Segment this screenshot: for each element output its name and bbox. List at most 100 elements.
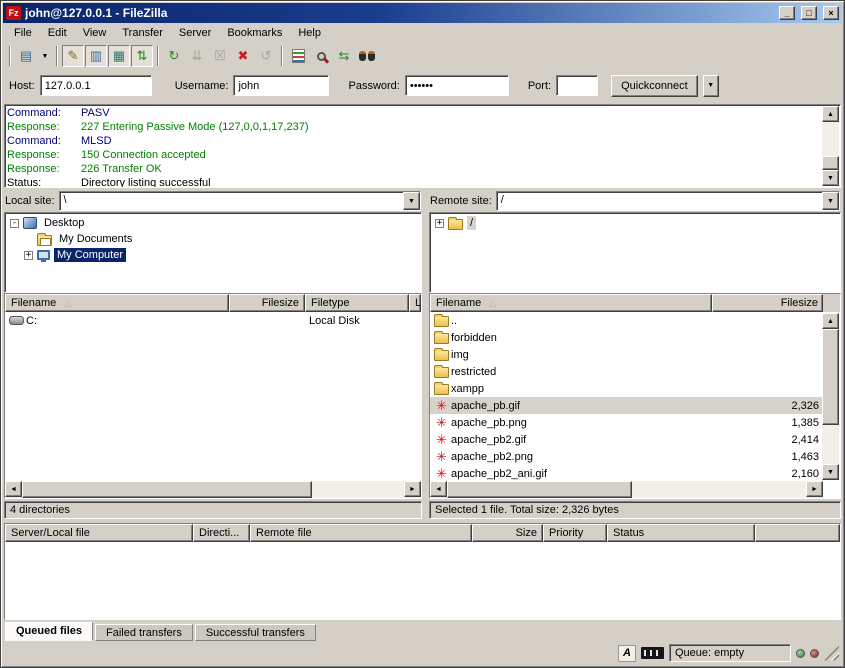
column-header-filename[interactable]: Filename△: [430, 294, 712, 312]
file-row-c-drive[interactable]: C: Local Disk: [5, 312, 421, 329]
port-input[interactable]: [557, 76, 597, 95]
menu-file[interactable]: File: [6, 24, 40, 42]
site-manager-dropdown-button[interactable]: ▼: [38, 45, 52, 67]
password-input[interactable]: [406, 76, 508, 95]
remote-scroll-thumb-h[interactable]: [447, 481, 632, 498]
column-header-server-local-file[interactable]: Server/Local file: [5, 524, 193, 542]
remote-vertical-scrollbar[interactable]: ▲ ▼: [822, 313, 839, 480]
file-row[interactable]: ..: [430, 312, 823, 329]
local-scroll-thumb[interactable]: [22, 481, 312, 498]
scroll-right-icon[interactable]: ►: [404, 481, 421, 497]
quickconnect-dropdown-button[interactable]: ▼: [703, 75, 719, 97]
maximize-button[interactable]: □: [801, 6, 817, 20]
tree-item-desktop[interactable]: - Desktop: [5, 215, 421, 231]
local-site-combo[interactable]: \ ▼: [59, 191, 421, 211]
log-scroll-track[interactable]: [822, 122, 839, 170]
menu-bookmarks[interactable]: Bookmarks: [219, 24, 290, 42]
toggle-local-tree-button[interactable]: ▥: [85, 45, 107, 67]
file-row[interactable]: img: [430, 346, 823, 363]
scroll-right-icon[interactable]: ►: [806, 481, 823, 497]
file-row[interactable]: restricted: [430, 363, 823, 380]
find-button[interactable]: [356, 45, 378, 67]
toggle-remote-tree-button[interactable]: ▦: [108, 45, 130, 67]
remote-horizontal-scrollbar[interactable]: ◄ ►: [430, 481, 823, 498]
toggle-message-log-button[interactable]: ✎: [62, 45, 84, 67]
quickconnect-button[interactable]: Quickconnect: [611, 75, 698, 97]
tab-queued-files[interactable]: Queued files: [5, 622, 93, 641]
username-input[interactable]: [234, 76, 328, 95]
sync-browsing-button[interactable]: ⇆: [333, 45, 355, 67]
disconnect-button[interactable]: ✖: [232, 45, 254, 67]
file-row[interactable]: ✳apache_pb2.gif 2,414: [430, 431, 823, 448]
local-tree[interactable]: - Desktop My Documents + My Computer: [4, 212, 422, 293]
compare-button[interactable]: [310, 45, 332, 67]
column-header-status[interactable]: Status: [607, 524, 755, 542]
file-row[interactable]: ✳apache_pb2_ani.gif 2,160: [430, 465, 823, 481]
collapse-icon[interactable]: -: [10, 219, 19, 228]
host-input[interactable]: [41, 76, 151, 95]
scroll-up-icon[interactable]: ▲: [822, 313, 839, 329]
tree-item-my-computer[interactable]: + My Computer: [5, 247, 421, 263]
remote-site-combo[interactable]: / ▼: [496, 191, 840, 211]
local-scroll-track[interactable]: [22, 481, 404, 498]
local-horizontal-scrollbar[interactable]: ◄ ►: [5, 481, 421, 498]
remote-scroll-track[interactable]: [822, 329, 839, 464]
column-header-direction[interactable]: Directi...: [193, 524, 250, 542]
file-row[interactable]: xampp: [430, 380, 823, 397]
site-manager-button[interactable]: ▤: [15, 45, 37, 67]
local-list-body[interactable]: C: Local Disk: [5, 312, 421, 481]
toggle-queue-button[interactable]: ⇅: [131, 45, 153, 67]
column-header-filetype[interactable]: Filetype: [305, 294, 409, 312]
tree-item-root[interactable]: + /: [430, 215, 840, 231]
scroll-down-icon[interactable]: ▼: [822, 464, 839, 480]
filter-button[interactable]: [287, 45, 309, 67]
file-row[interactable]: ✳apache_pb.png 1,385: [430, 414, 823, 431]
transfer-type-indicator-icon[interactable]: A: [618, 645, 636, 662]
menu-transfer[interactable]: Transfer: [114, 24, 171, 42]
scroll-up-icon[interactable]: ▲: [822, 106, 839, 122]
message-log[interactable]: Command:PASV Response:227 Entering Passi…: [4, 104, 841, 188]
minimize-button[interactable]: _: [779, 6, 795, 20]
column-header-filesize[interactable]: Filesize: [229, 294, 305, 312]
queue-body[interactable]: [5, 542, 840, 619]
close-button[interactable]: ×: [823, 6, 839, 20]
column-header-priority[interactable]: Priority: [543, 524, 607, 542]
menu-view[interactable]: View: [75, 24, 115, 42]
tab-failed-transfers[interactable]: Failed transfers: [95, 624, 193, 641]
menu-edit[interactable]: Edit: [40, 24, 75, 42]
remote-tree[interactable]: + /: [429, 212, 841, 293]
column-header-size[interactable]: Size: [472, 524, 543, 542]
scroll-left-icon[interactable]: ◄: [5, 481, 22, 497]
column-header-filename[interactable]: Filename△: [5, 294, 229, 312]
cancel-button[interactable]: ☒: [209, 45, 231, 67]
expand-icon[interactable]: +: [24, 251, 33, 260]
scroll-left-icon[interactable]: ◄: [430, 481, 447, 497]
process-queue-button[interactable]: ⇊: [186, 45, 208, 67]
tree-item-my-documents[interactable]: My Documents: [5, 231, 421, 247]
file-row-selected[interactable]: ✳apache_pb.gif 2,326: [430, 397, 823, 414]
column-header-remote-file[interactable]: Remote file: [250, 524, 472, 542]
column-header-filesize[interactable]: Filesize: [712, 294, 823, 312]
chevron-down-icon[interactable]: ▼: [822, 192, 839, 210]
log-vertical-scrollbar[interactable]: ▲ ▼: [822, 106, 839, 186]
scroll-down-icon[interactable]: ▼: [822, 170, 839, 186]
chevron-down-icon[interactable]: ▼: [403, 192, 420, 210]
refresh-button[interactable]: ↻: [163, 45, 185, 67]
tab-successful-transfers[interactable]: Successful transfers: [195, 624, 316, 641]
remote-scroll-thumb[interactable]: [822, 329, 839, 425]
expand-icon[interactable]: +: [435, 219, 444, 228]
remote-list-body[interactable]: .. forbidden img restricted: [430, 312, 823, 481]
column-header-lastmodified[interactable]: L: [409, 294, 421, 312]
reconnect-button[interactable]: ↺: [255, 45, 277, 67]
filezilla-app-icon[interactable]: Fz: [6, 6, 21, 20]
log-scroll-thumb[interactable]: [822, 156, 839, 170]
resize-grip[interactable]: [824, 646, 839, 661]
status-badge-icon[interactable]: [641, 647, 664, 659]
title-bar[interactable]: Fz john@127.0.0.1 - FileZilla _ □ ×: [3, 3, 842, 23]
file-row[interactable]: forbidden: [430, 329, 823, 346]
menu-help[interactable]: Help: [290, 24, 329, 42]
menu-server[interactable]: Server: [171, 24, 219, 42]
file-row[interactable]: ✳apache_pb2.png 1,463: [430, 448, 823, 465]
remote-scroll-track-h[interactable]: [447, 481, 806, 498]
remote-status-text: Selected 1 file. Total size: 2,326 bytes: [435, 504, 619, 516]
